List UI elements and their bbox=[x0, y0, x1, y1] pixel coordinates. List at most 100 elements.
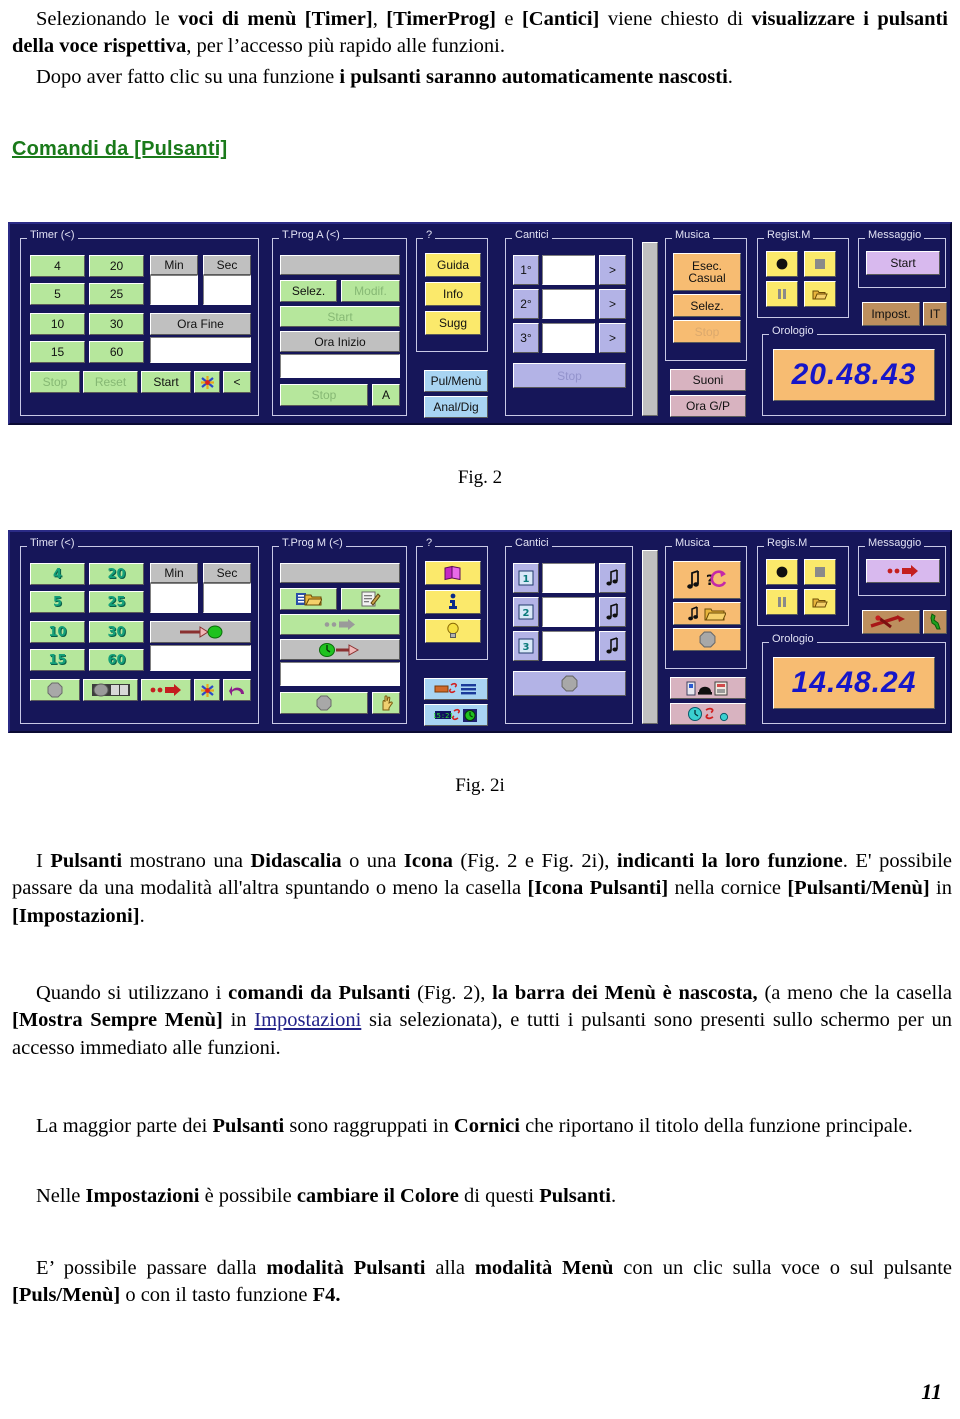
tprog-hand-button[interactable] bbox=[372, 692, 400, 714]
tprog-display[interactable] bbox=[280, 563, 400, 583]
buttons-toolbar-fig2[interactable]: Timer (<) 4 20 5 25 10 30 15 60 Min Sec … bbox=[8, 222, 952, 425]
timer-start-button[interactable]: Start bbox=[141, 371, 191, 393]
volume-slider[interactable] bbox=[642, 242, 658, 416]
suoni-button[interactable] bbox=[670, 677, 746, 699]
timer-ora-fine-input[interactable] bbox=[150, 337, 251, 363]
regist-pause-button[interactable] bbox=[766, 281, 798, 307]
volume-slider[interactable] bbox=[642, 550, 658, 724]
musica-esec-casual-button[interactable]: ? bbox=[673, 561, 741, 599]
tprog-selez-button[interactable]: Selez. bbox=[280, 280, 337, 302]
timer-reset-button[interactable] bbox=[83, 679, 138, 701]
cantici-row-3-go[interactable] bbox=[599, 631, 626, 661]
section-heading[interactable]: Comandi da [Pulsanti] bbox=[12, 138, 227, 161]
timer-preset-60[interactable]: 60 bbox=[89, 341, 144, 363]
regist-pause-button[interactable] bbox=[766, 589, 798, 615]
cantici-row-3-number[interactable]: 3° bbox=[513, 323, 539, 353]
cantici-row-3-go[interactable]: > bbox=[599, 323, 626, 353]
pul-menu-button[interactable]: Pul/Menù bbox=[424, 370, 488, 392]
timer-preset-30[interactable]: 30 bbox=[89, 621, 144, 643]
timer-preset-25[interactable]: 25 bbox=[89, 283, 144, 305]
tprog-ora-inizio-button[interactable] bbox=[280, 639, 400, 660]
tprog-start-button[interactable] bbox=[280, 614, 400, 635]
musica-stop-button[interactable]: Stop bbox=[673, 320, 741, 343]
timer-preset-5[interactable]: 5 bbox=[30, 283, 85, 305]
cantici-stop-button[interactable] bbox=[513, 671, 626, 696]
anal-dig-button[interactable]: Anal/Dig bbox=[424, 396, 488, 418]
timer-preset-5[interactable]: 5 bbox=[30, 591, 85, 613]
tprog-ora-inizio-input[interactable] bbox=[280, 662, 400, 686]
messaggio-impost-button[interactable] bbox=[862, 610, 920, 634]
help-sugg-button[interactable]: Sugg bbox=[425, 311, 481, 335]
timer-stop-button[interactable] bbox=[30, 679, 80, 701]
timer-ora-fine-button[interactable] bbox=[150, 621, 251, 643]
timer-ora-fine-input[interactable] bbox=[150, 645, 251, 671]
timer-min-input[interactable] bbox=[150, 583, 198, 613]
timer-preset-4[interactable]: 4 bbox=[30, 255, 85, 277]
timer-preset-20[interactable]: 20 bbox=[89, 563, 144, 585]
tprog-ora-inizio-label[interactable]: Ora Inizio bbox=[280, 331, 400, 352]
timer-stop-button[interactable]: Stop bbox=[30, 371, 80, 393]
timer-preset-4[interactable]: 4 bbox=[30, 563, 85, 585]
cantici-row-2-go[interactable]: > bbox=[599, 289, 626, 319]
tprog-stop-button[interactable] bbox=[280, 692, 368, 714]
regist-open-button[interactable] bbox=[804, 281, 836, 307]
ora-gp-button[interactable] bbox=[670, 703, 746, 725]
musica-stop-button[interactable] bbox=[673, 628, 741, 651]
messaggio-start-button[interactable] bbox=[866, 559, 940, 583]
cantici-row-2-number[interactable]: 2° bbox=[513, 289, 539, 319]
cantici-row-1-number[interactable]: 1° bbox=[513, 255, 539, 285]
cantici-row-2-go[interactable] bbox=[599, 597, 626, 627]
tprog-start-button[interactable]: Start bbox=[280, 306, 400, 327]
suoni-button[interactable]: Suoni bbox=[670, 369, 746, 391]
timer-cancel-button[interactable] bbox=[194, 371, 220, 393]
help-guida-button[interactable] bbox=[425, 561, 481, 585]
help-guida-button[interactable]: Guida bbox=[425, 253, 481, 277]
ora-gp-button[interactable]: Ora G/P bbox=[670, 395, 746, 417]
buttons-toolbar-fig2i[interactable]: Timer (<) 4 20 5 25 10 30 15 60 Min Sec bbox=[8, 530, 952, 733]
regist-open-button[interactable] bbox=[804, 589, 836, 615]
help-sugg-button[interactable] bbox=[425, 619, 481, 643]
timer-cancel-button[interactable] bbox=[194, 679, 220, 701]
timer-preset-15[interactable]: 15 bbox=[30, 341, 85, 363]
timer-preset-30[interactable]: 30 bbox=[89, 313, 144, 335]
regist-stop-button[interactable] bbox=[804, 559, 836, 585]
cantici-stop-button[interactable]: Stop bbox=[513, 363, 626, 388]
regist-stop-button[interactable] bbox=[804, 251, 836, 277]
timer-back-button[interactable]: < bbox=[223, 371, 251, 393]
timer-sec-input[interactable] bbox=[203, 275, 251, 305]
help-info-button[interactable]: Info bbox=[425, 282, 481, 306]
anal-dig-button[interactable]: 15:21 bbox=[424, 704, 488, 726]
musica-esec-casual-button[interactable]: Esec. Casual bbox=[673, 253, 741, 291]
messaggio-start-button[interactable]: Start bbox=[866, 251, 940, 275]
timer-start-button[interactable] bbox=[141, 679, 191, 701]
help-info-button[interactable] bbox=[425, 590, 481, 614]
timer-ora-fine-label[interactable]: Ora Fine bbox=[150, 313, 251, 335]
cantici-row-1-input[interactable] bbox=[542, 563, 595, 593]
timer-preset-10[interactable]: 10 bbox=[30, 313, 85, 335]
musica-selez-button[interactable] bbox=[673, 602, 741, 625]
timer-preset-25[interactable]: 25 bbox=[89, 591, 144, 613]
regist-record-button[interactable] bbox=[766, 559, 798, 585]
timer-preset-15[interactable]: 15 bbox=[30, 649, 85, 671]
tprog-modif-button[interactable] bbox=[341, 588, 400, 610]
cantici-row-1-number[interactable]: 1 bbox=[513, 563, 539, 593]
tprog-display[interactable] bbox=[280, 255, 400, 275]
timer-preset-10[interactable]: 10 bbox=[30, 621, 85, 643]
cantici-row-1-go[interactable]: > bbox=[599, 255, 626, 285]
cantici-row-1-input[interactable] bbox=[542, 255, 595, 285]
timer-preset-20[interactable]: 20 bbox=[89, 255, 144, 277]
tprog-modif-button[interactable]: Modif. bbox=[341, 280, 400, 302]
cantici-row-3-input[interactable] bbox=[542, 631, 595, 661]
cantici-row-3-number[interactable]: 3 bbox=[513, 631, 539, 661]
timer-sec-input[interactable] bbox=[203, 583, 251, 613]
timer-preset-60[interactable]: 60 bbox=[89, 649, 144, 671]
timer-reset-button[interactable]: Reset bbox=[83, 371, 138, 393]
tprog-a-button[interactable]: A bbox=[372, 384, 400, 406]
messaggio-language-button[interactable]: IT bbox=[923, 302, 947, 326]
cantici-row-2-input[interactable] bbox=[542, 597, 595, 627]
cantici-row-2-number[interactable]: 2 bbox=[513, 597, 539, 627]
cantici-row-1-go[interactable] bbox=[599, 563, 626, 593]
regist-record-button[interactable] bbox=[766, 251, 798, 277]
tprog-stop-button[interactable]: Stop bbox=[280, 384, 368, 406]
pul-menu-button[interactable] bbox=[424, 678, 488, 700]
